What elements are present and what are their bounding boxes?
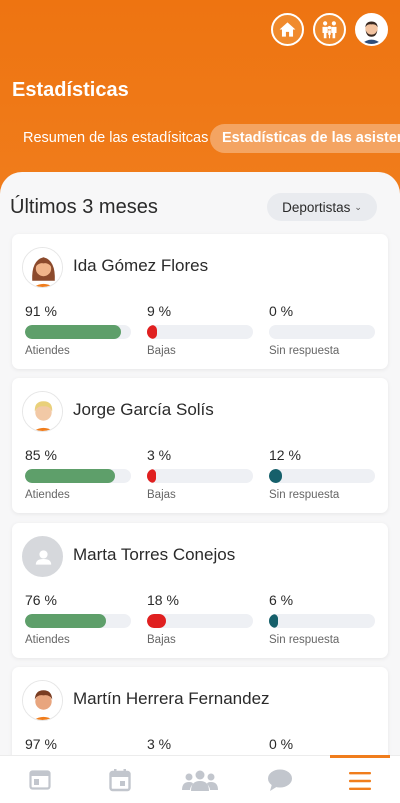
stat-absent-label: Bajas bbox=[147, 489, 176, 501]
nav-calendar[interactable] bbox=[80, 756, 160, 803]
athlete-name: Jorge García Solís bbox=[73, 400, 214, 419]
stat-absent: 18 % Bajas bbox=[147, 592, 255, 646]
tabs-bar: Resumen de las estadísitcas Estadísticas… bbox=[0, 124, 400, 156]
stat-attend-label: Atiendes bbox=[25, 489, 70, 501]
stat-absent-label: Bajas bbox=[147, 345, 176, 357]
stat-attend-value: 76 % bbox=[25, 592, 57, 608]
stat-attend-value: 91 % bbox=[25, 303, 57, 319]
stat-absent-label: Bajas bbox=[147, 634, 176, 646]
stat-attend: 91 % Atiendes bbox=[25, 303, 133, 357]
chevron-down-icon: ⌄ bbox=[354, 201, 362, 212]
progress-track bbox=[269, 614, 375, 628]
filter-dropdown[interactable]: Deportistas ⌄ bbox=[267, 193, 377, 221]
stat-no-response-label: Sin respuesta bbox=[269, 345, 340, 357]
progress-track bbox=[147, 325, 253, 339]
news-icon bbox=[29, 770, 51, 790]
progress-track bbox=[25, 614, 131, 628]
athlete-name: Ida Gómez Flores bbox=[73, 256, 209, 275]
stat-attend-label: Atiendes bbox=[25, 345, 70, 357]
stat-attend: 85 % Atiendes bbox=[25, 447, 133, 501]
athlete-card[interactable]: Ida Gómez Flores 91 % Atiendes 9 % Bajas… bbox=[12, 234, 388, 369]
profile-avatar-button[interactable] bbox=[355, 13, 388, 46]
no-response-progress-fill bbox=[269, 469, 282, 483]
family-icon bbox=[322, 21, 337, 39]
stat-no-response: 6 % Sin respuesta bbox=[269, 592, 377, 646]
attend-progress-fill bbox=[25, 325, 122, 339]
progress-track bbox=[25, 469, 131, 483]
progress-track bbox=[269, 325, 375, 339]
absent-progress-fill bbox=[147, 469, 156, 483]
absent-progress-fill bbox=[147, 614, 167, 628]
tab-attendance-stats[interactable]: Estadísticas de las asistencias bbox=[210, 124, 400, 153]
nav-news[interactable] bbox=[0, 756, 80, 803]
menu-icon bbox=[349, 771, 371, 790]
nav-team[interactable] bbox=[160, 756, 240, 803]
stat-no-response: 0 % Sin respuesta bbox=[269, 736, 377, 755]
attend-progress-fill bbox=[25, 614, 106, 628]
stat-absent-value: 3 % bbox=[147, 447, 172, 463]
progress-track bbox=[269, 469, 375, 483]
athlete-card[interactable]: Marta Torres Conejos 76 % Atiendes 18 % … bbox=[12, 523, 388, 658]
page-title: Estadísticas bbox=[12, 79, 129, 101]
attend-progress-fill bbox=[25, 469, 116, 483]
filter-label: Deportistas bbox=[282, 199, 351, 215]
progress-track bbox=[147, 614, 253, 628]
absent-progress-fill bbox=[147, 325, 157, 339]
nav-chat[interactable] bbox=[240, 756, 320, 803]
home-icon bbox=[279, 22, 296, 37]
stat-no-response: 0 % Sin respuesta bbox=[269, 303, 377, 357]
calendar-icon bbox=[109, 769, 131, 792]
team-icon bbox=[182, 770, 218, 791]
home-button[interactable] bbox=[271, 13, 304, 46]
nav-menu[interactable] bbox=[330, 755, 390, 803]
progress-track bbox=[25, 325, 131, 339]
top-icons bbox=[271, 13, 388, 46]
stat-attend: 76 % Atiendes bbox=[25, 592, 133, 646]
athlete-name: Martín Herrera Fernandez bbox=[73, 689, 270, 708]
stat-absent: 3 % Bajas bbox=[147, 447, 255, 501]
stat-absent: 9 % Bajas bbox=[147, 303, 255, 357]
no-response-progress-fill bbox=[269, 614, 278, 628]
stat-attend-label: Atiendes bbox=[25, 634, 70, 646]
stat-absent: 3 % Bajas bbox=[147, 736, 255, 755]
stat-absent-value: 9 % bbox=[147, 303, 172, 319]
stat-attend-value: 85 % bbox=[25, 447, 57, 463]
stat-no-response-value: 0 % bbox=[269, 736, 294, 752]
boy-avatar-icon bbox=[22, 680, 63, 721]
stat-absent-value: 18 % bbox=[147, 592, 179, 608]
stat-no-response-label: Sin respuesta bbox=[269, 634, 340, 646]
content-panel: Últimos 3 meses Deportistas ⌄ Ida Gómez … bbox=[0, 172, 400, 755]
progress-track bbox=[147, 469, 253, 483]
stat-no-response: 12 % Sin respuesta bbox=[269, 447, 377, 501]
blond-boy-avatar-icon bbox=[22, 391, 63, 432]
stat-no-response-value: 0 % bbox=[269, 303, 294, 319]
stat-attend-value: 97 % bbox=[25, 736, 57, 752]
section-title: Últimos 3 meses bbox=[10, 196, 158, 218]
stat-no-response-value: 6 % bbox=[269, 592, 294, 608]
tab-stats-summary[interactable]: Resumen de las estadísitcas bbox=[23, 124, 208, 153]
stat-no-response-value: 12 % bbox=[269, 447, 301, 463]
girl-avatar-icon bbox=[22, 247, 63, 288]
athlete-card[interactable]: Martín Herrera Fernandez 97 % Atiendes 3… bbox=[12, 667, 388, 755]
default-user-icon bbox=[22, 536, 63, 577]
bottom-nav bbox=[0, 755, 400, 803]
stat-no-response-label: Sin respuesta bbox=[269, 489, 340, 501]
family-button[interactable] bbox=[313, 13, 346, 46]
man-avatar-icon bbox=[357, 15, 386, 44]
athlete-name: Marta Torres Conejos bbox=[73, 545, 236, 564]
stat-absent-value: 3 % bbox=[147, 736, 172, 752]
athlete-card[interactable]: Jorge García Solís 85 % Atiendes 3 % Baj… bbox=[12, 378, 388, 513]
stat-attend: 97 % Atiendes bbox=[25, 736, 133, 755]
chat-icon bbox=[268, 769, 292, 791]
